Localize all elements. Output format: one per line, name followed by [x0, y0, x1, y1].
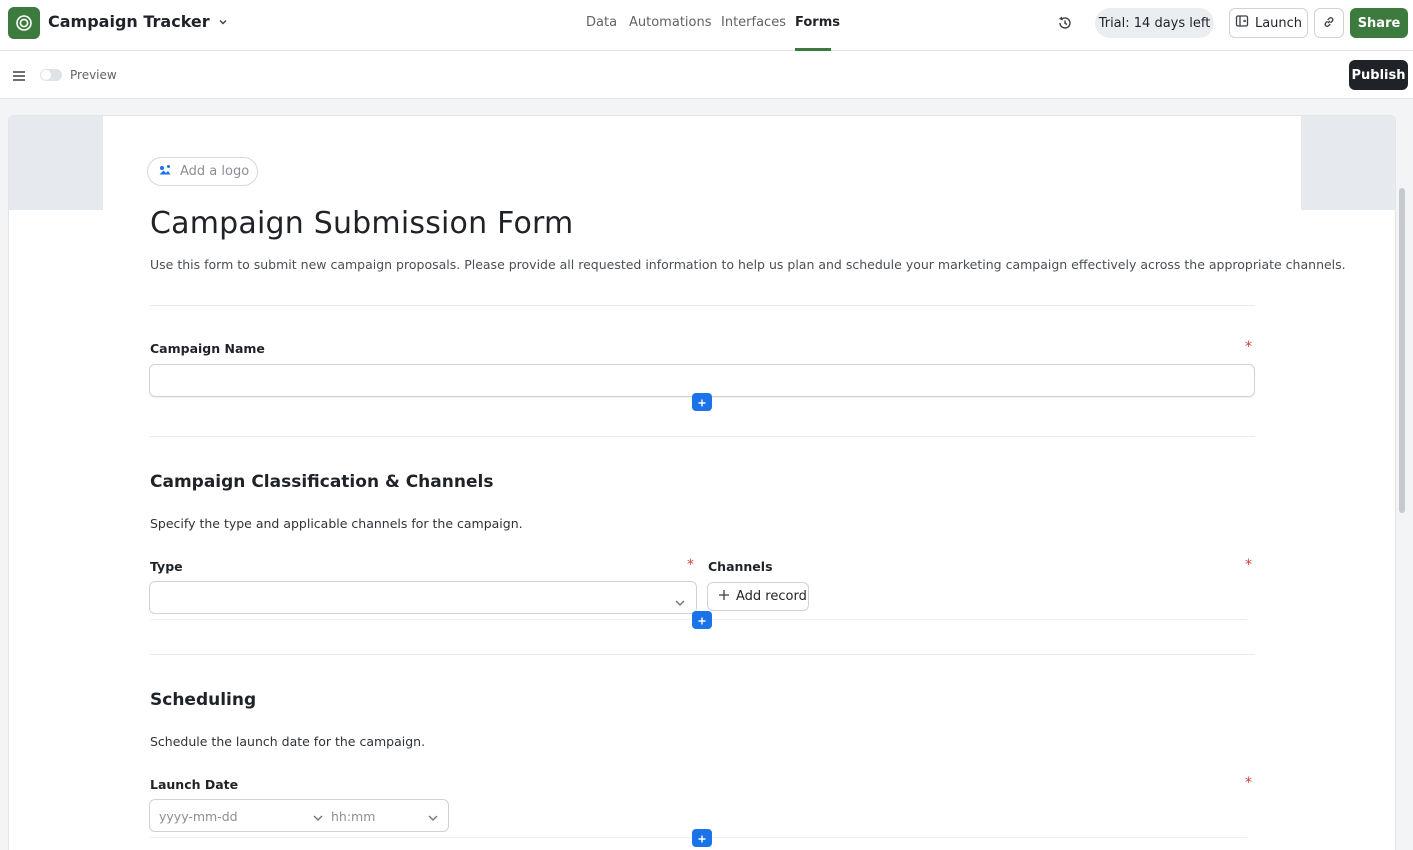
share-label: Share	[1357, 15, 1401, 31]
time-placeholder[interactable]: hh:mm	[331, 809, 375, 824]
chevron-down-icon	[218, 17, 228, 27]
required-marker: *	[1245, 557, 1252, 573]
type-label: Type	[150, 559, 183, 574]
share-button[interactable]: Share	[1350, 8, 1408, 38]
type-select[interactable]	[149, 581, 697, 614]
divider	[150, 436, 1255, 437]
tab-interfaces[interactable]: Interfaces	[721, 15, 786, 30]
divider	[150, 654, 1255, 655]
plus-icon	[718, 589, 730, 605]
section-title[interactable]: Scheduling	[150, 690, 256, 710]
divider	[150, 305, 1255, 306]
publish-label: Publish	[1351, 67, 1406, 83]
launch-date-input[interactable]: yyyy-mm-dd hh:mm	[149, 799, 449, 832]
section-title[interactable]: Campaign Classification & Channels	[150, 472, 493, 492]
history-icon[interactable]	[1056, 14, 1074, 32]
section-description[interactable]: Specify the type and applicable channels…	[150, 516, 523, 531]
tab-forms[interactable]: Forms	[795, 15, 840, 30]
copy-link-button[interactable]	[1314, 8, 1344, 38]
required-marker: *	[1245, 339, 1252, 355]
cover-banner-left	[9, 116, 103, 210]
form-title[interactable]: Campaign Submission Form	[150, 206, 573, 241]
add-field-button[interactable]	[692, 611, 712, 629]
add-logo-button[interactable]: Add a logo	[147, 157, 258, 186]
chevron-down-icon[interactable]	[427, 811, 439, 826]
channels-label: Channels	[708, 559, 773, 574]
preview-toggle[interactable]	[40, 69, 62, 81]
top-bar: Campaign Tracker Data Automations Interf…	[0, 0, 1413, 51]
scrollbar[interactable]	[1399, 188, 1405, 513]
link-icon	[1322, 14, 1336, 33]
tab-data[interactable]: Data	[586, 15, 617, 30]
required-marker: *	[687, 557, 694, 573]
tab-automations[interactable]: Automations	[629, 15, 712, 30]
add-record-label: Add record	[736, 589, 807, 604]
add-logo-label: Add a logo	[180, 164, 250, 179]
plus-icon	[697, 611, 707, 630]
preview-label: Preview	[70, 68, 117, 82]
trial-badge[interactable]: Trial: 14 days left	[1095, 8, 1214, 38]
chevron-down-icon[interactable]	[312, 811, 324, 826]
launch-button[interactable]: Launch	[1229, 8, 1308, 38]
menu-icon[interactable]	[12, 68, 26, 82]
section-description[interactable]: Schedule the launch date for the campaig…	[150, 734, 425, 749]
trial-label: Trial: 14 days left	[1098, 15, 1211, 31]
form-toolbar: Preview Publish	[0, 51, 1413, 99]
plus-icon	[697, 829, 707, 848]
launch-date-label: Launch Date	[150, 777, 239, 792]
cover-banner-right	[1301, 116, 1395, 210]
launch-label: Launch	[1254, 15, 1303, 31]
date-placeholder[interactable]: yyyy-mm-dd	[159, 809, 238, 824]
chevron-down-icon	[674, 593, 686, 612]
add-field-button[interactable]	[692, 393, 712, 411]
launch-icon	[1235, 14, 1249, 32]
form-description[interactable]: Use this form to submit new campaign pro…	[150, 257, 1346, 272]
publish-button[interactable]: Publish	[1349, 60, 1408, 90]
app-title[interactable]: Campaign Tracker	[48, 12, 228, 31]
app-logo-icon[interactable]	[8, 7, 40, 39]
add-field-button[interactable]	[692, 829, 712, 847]
plus-icon	[697, 393, 707, 412]
required-marker: *	[1245, 775, 1252, 791]
add-record-button[interactable]: Add record	[707, 582, 809, 611]
campaign-name-label: Campaign Name	[150, 341, 265, 356]
app-title-text: Campaign Tracker	[48, 12, 210, 31]
image-icon	[158, 163, 172, 181]
